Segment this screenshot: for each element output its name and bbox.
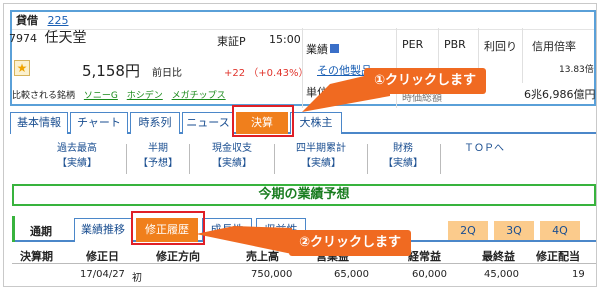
col-header: 修正日 bbox=[86, 250, 119, 263]
favorite-star-icon[interactable]: ★ bbox=[14, 60, 30, 76]
sublink-label: 半期 bbox=[148, 143, 168, 154]
sublink-label: 四半期累計 bbox=[296, 143, 346, 154]
market-cap-value: 6兆6,986億円 bbox=[524, 88, 596, 101]
prev-day-label: 前日比 bbox=[152, 68, 182, 79]
sublink-label: 現金収支 bbox=[212, 143, 252, 154]
sublink-label: 過去最高 bbox=[57, 143, 97, 154]
index-link[interactable]: 225 bbox=[48, 14, 69, 27]
metric-per: PER bbox=[402, 38, 424, 51]
col-header: 修正配当 bbox=[536, 250, 580, 263]
sublink-half[interactable]: 半期 【予想】 bbox=[130, 141, 186, 175]
col-header: 経常益 bbox=[408, 250, 441, 263]
divider bbox=[522, 28, 523, 83]
sublink-sub: 【実績】 bbox=[57, 158, 97, 169]
table-cell: 初 bbox=[132, 273, 142, 284]
table-cell: 45,000 bbox=[484, 269, 519, 280]
forecast-title: 今期の業績予想 bbox=[12, 184, 596, 206]
stock-name: 任天堂 bbox=[44, 30, 87, 46]
compared-stocks: 比較される銘柄 ソニーG ホシデン メガチップス bbox=[12, 88, 226, 101]
tab-timeseries[interactable]: 時系列 bbox=[130, 112, 180, 134]
sublink-top[interactable]: ＴＯＰへ bbox=[444, 141, 524, 175]
col-header: 決算期 bbox=[20, 250, 53, 263]
compared-link-1[interactable]: ソニーG bbox=[84, 91, 118, 101]
callout-1: ①クリックします bbox=[364, 68, 487, 94]
callout-2: ②クリックします bbox=[289, 230, 412, 256]
table-cell: 60,000 bbox=[412, 269, 447, 280]
industry-icon bbox=[330, 44, 339, 53]
change-value: +22 bbox=[224, 68, 246, 79]
separator bbox=[274, 144, 275, 174]
header-row: 貸借 225 bbox=[12, 12, 594, 30]
compared-link-3[interactable]: メガチップス bbox=[172, 91, 226, 101]
metric-margin: 信用倍率 bbox=[532, 40, 576, 53]
tab-results-trend[interactable]: 業績推移 bbox=[74, 218, 132, 242]
tab-4q[interactable]: 4Q bbox=[540, 221, 580, 240]
market-label: 東証P bbox=[217, 35, 246, 48]
margin-label: 貸借 bbox=[16, 14, 38, 27]
table-cell: 19 bbox=[572, 269, 585, 280]
stock-price: 5,158円 bbox=[82, 62, 140, 80]
separator bbox=[126, 144, 127, 174]
metric-yield: 利回り bbox=[484, 40, 517, 53]
stock-code: 7974 bbox=[9, 32, 37, 45]
sublink-cashflow[interactable]: 現金収支 【実績】 bbox=[193, 141, 271, 175]
stock-code-name: 7974 任天堂 bbox=[9, 27, 87, 47]
time-label: 15:00 bbox=[269, 33, 301, 46]
sublink-quarterly[interactable]: 四半期累計 【実績】 bbox=[278, 141, 364, 175]
separator bbox=[440, 144, 441, 174]
tab-chart[interactable]: チャート bbox=[70, 112, 128, 134]
industry-text: 業績 bbox=[306, 43, 328, 56]
tab-basic-info[interactable]: 基本情報 bbox=[10, 112, 68, 134]
period-label: 通期 bbox=[30, 225, 52, 238]
table-divider bbox=[12, 263, 596, 264]
separator bbox=[189, 144, 190, 174]
sublink-sub: 【実績】 bbox=[212, 158, 252, 169]
compared-label: 比較される銘柄 bbox=[12, 91, 76, 101]
table-cell: 17/04/27 bbox=[80, 269, 125, 280]
tab-2q[interactable]: 2Q bbox=[448, 221, 488, 240]
compared-link-2[interactable]: ホシデン bbox=[127, 91, 163, 101]
metric-value: 13.83倍 bbox=[559, 65, 594, 75]
sublink-sub: 【実績】 bbox=[301, 158, 341, 169]
sublink-record-high[interactable]: 過去最高 【実績】 bbox=[32, 141, 122, 175]
sublink-label: ＴＯＰへ bbox=[464, 143, 504, 154]
callout-arrow-2 bbox=[196, 226, 292, 254]
sublink-sub: 【予想】 bbox=[138, 158, 178, 169]
industry-label: 業績 bbox=[306, 41, 339, 57]
period-marker bbox=[12, 216, 15, 242]
tab-3q[interactable]: 3Q bbox=[494, 221, 534, 240]
sublink-sub: 【実績】 bbox=[383, 158, 423, 169]
separator bbox=[367, 144, 368, 174]
metric-pbr: PBR bbox=[444, 38, 466, 51]
stock-page: 貸借 225 7974 任天堂 東証P 15:00 ★ 5,158円 前日比 +… bbox=[3, 3, 597, 287]
col-header: 最終益 bbox=[482, 250, 515, 263]
table-cell: 750,000 bbox=[251, 269, 293, 280]
sublink-label: 財務 bbox=[393, 143, 413, 154]
sublink-financial[interactable]: 財務 【実績】 bbox=[371, 141, 435, 175]
tab-news[interactable]: ニュース bbox=[182, 112, 234, 134]
table-cell: 65,000 bbox=[334, 269, 369, 280]
